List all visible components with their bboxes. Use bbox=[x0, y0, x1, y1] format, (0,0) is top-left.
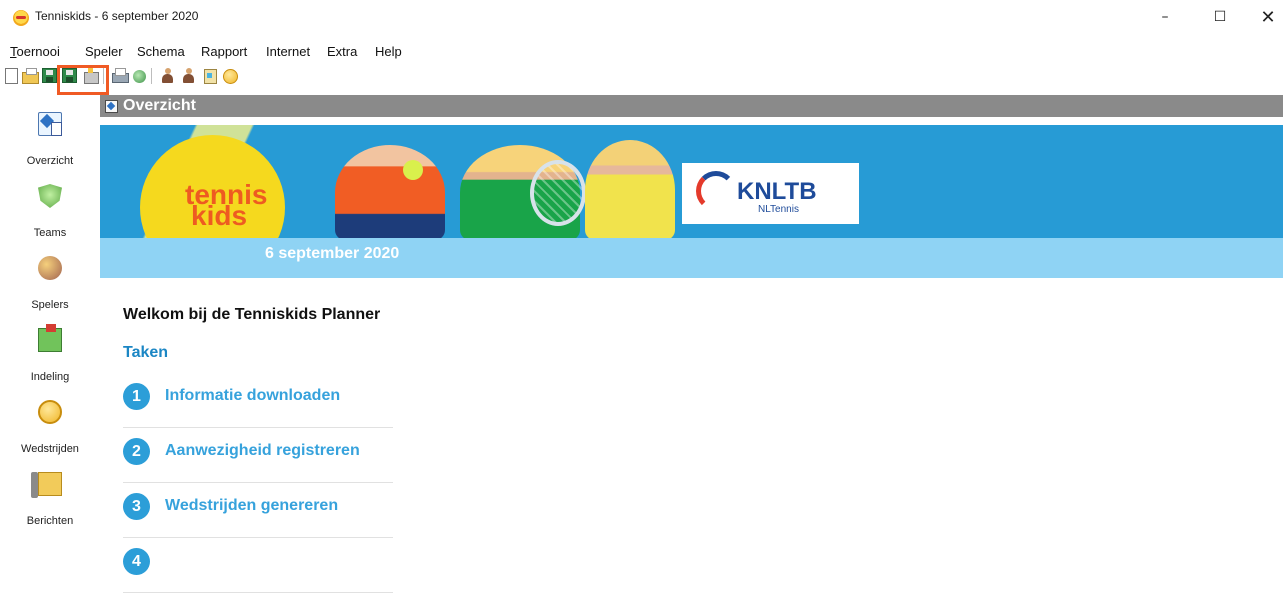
sidebar-item-label: Teams bbox=[33, 227, 67, 239]
teams-shield-icon bbox=[38, 184, 62, 208]
overview-header-icon bbox=[105, 100, 118, 113]
player-icon[interactable] bbox=[159, 67, 176, 84]
match-ball-icon[interactable] bbox=[221, 67, 238, 84]
menu-bar: Toernooi Speler Schema Rapport Internet … bbox=[0, 40, 700, 60]
save-buttons-highlight bbox=[57, 65, 109, 95]
menu-toernooi-rest: oernooi bbox=[16, 44, 60, 59]
save-disk-icon bbox=[42, 68, 57, 83]
knltb-logo-text: KNLTB bbox=[737, 178, 817, 205]
tennis-ball-icon bbox=[403, 160, 423, 180]
menu-extra[interactable]: Extra bbox=[327, 44, 357, 59]
messages-icon bbox=[31, 472, 62, 498]
close-button[interactable]: ✕ bbox=[1245, 0, 1283, 34]
sidebar-item-label: Wedstrijden bbox=[21, 443, 79, 455]
tennis-racket-icon bbox=[530, 160, 586, 226]
knltb-swoosh-icon bbox=[696, 171, 736, 211]
welcome-heading: Welkom bij de Tenniskids Planner bbox=[123, 306, 381, 323]
task-item[interactable]: 1 Informatie downloaden bbox=[123, 374, 393, 428]
page-title: Overzicht bbox=[123, 97, 196, 114]
tenniskids-banner: tennis kids KNLTB NLTennis 6 september 2… bbox=[100, 125, 1283, 278]
task-item[interactable]: 4 bbox=[123, 539, 393, 593]
task-number-badge: 3 bbox=[123, 493, 150, 520]
sidebar-item-spelers[interactable]: Spelers bbox=[0, 244, 100, 316]
main-header: Overzicht bbox=[100, 95, 1283, 117]
tenniskids-logo-text-2: kids bbox=[191, 200, 248, 231]
menu-rapport[interactable]: Rapport bbox=[201, 44, 247, 59]
maximize-button[interactable]: ☐ bbox=[1197, 0, 1243, 34]
open-folder-icon[interactable] bbox=[21, 67, 39, 84]
players-icon bbox=[38, 256, 62, 280]
overview-icon bbox=[38, 112, 62, 136]
sidebar-item-overzicht[interactable]: Overzicht bbox=[0, 100, 100, 172]
task-item[interactable]: 3 Wedstrijden genereren bbox=[123, 484, 393, 538]
menu-help[interactable]: Help bbox=[375, 44, 402, 59]
task-number-badge: 1 bbox=[123, 383, 150, 410]
banner-date: 6 september 2020 bbox=[265, 245, 400, 262]
overview-content: Welkom bij de Tenniskids Planner Taken 1… bbox=[100, 278, 1283, 593]
toolbar-separator bbox=[151, 68, 152, 84]
person-icon bbox=[183, 68, 194, 83]
sidebar-item-label: Spelers bbox=[31, 299, 69, 311]
tenniskids-app-icon bbox=[13, 10, 29, 26]
menu-internet[interactable]: Internet bbox=[266, 44, 310, 59]
task-link-aanwezigheid-registreren[interactable]: Aanwezigheid registreren bbox=[165, 442, 360, 460]
kid-player-image bbox=[335, 145, 445, 240]
knltb-logo: KNLTB NLTennis bbox=[682, 163, 859, 224]
sidebar-item-label: Berichten bbox=[26, 515, 74, 527]
sidebar-item-indeling[interactable]: Indeling bbox=[0, 316, 100, 388]
task-number-badge: 4 bbox=[123, 548, 150, 575]
sidebar-item-label: Indeling bbox=[30, 371, 70, 383]
sidebar-item-teams[interactable]: Teams bbox=[0, 172, 100, 244]
knltb-logo-subtext: NLTennis bbox=[758, 204, 799, 215]
menu-toernooi[interactable]: Toernooi bbox=[10, 44, 60, 59]
print-preview-icon[interactable] bbox=[132, 67, 149, 84]
menu-schema[interactable]: Schema bbox=[137, 44, 185, 59]
player-edit-icon[interactable] bbox=[180, 67, 197, 84]
menu-speler[interactable]: Speler bbox=[85, 44, 123, 59]
sidebar: Overzicht Teams Spelers Indeling Wedstri… bbox=[0, 95, 100, 553]
minimize-button[interactable]: – bbox=[1142, 0, 1188, 34]
sidebar-item-berichten[interactable]: Berichten bbox=[0, 460, 100, 532]
main-panel: Overzicht tennis kids KNLTB NLTennis 6 s… bbox=[100, 95, 1283, 593]
grouping-icon bbox=[38, 324, 62, 352]
schedule-icon[interactable] bbox=[201, 67, 218, 84]
sidebar-item-label: Overzicht bbox=[26, 155, 74, 167]
print-icon[interactable] bbox=[111, 67, 129, 84]
save-icon[interactable] bbox=[41, 67, 58, 84]
matches-icon bbox=[38, 400, 62, 424]
toolbar bbox=[0, 62, 760, 90]
task-number-badge: 2 bbox=[123, 438, 150, 465]
task-link-wedstrijden-genereren[interactable]: Wedstrijden genereren bbox=[165, 497, 338, 515]
new-file-icon[interactable] bbox=[2, 67, 19, 84]
window-title: Tenniskids - 6 september 2020 bbox=[35, 9, 199, 23]
sidebar-item-wedstrijden[interactable]: Wedstrijden bbox=[0, 388, 100, 460]
task-link-informatie-downloaden[interactable]: Informatie downloaden bbox=[165, 387, 340, 405]
title-bar: Tenniskids - 6 september 2020 – ☐ ✕ bbox=[0, 0, 1283, 34]
person-icon bbox=[162, 68, 173, 83]
tasks-heading: Taken bbox=[123, 344, 169, 361]
task-item[interactable]: 2 Aanwezigheid registreren bbox=[123, 429, 393, 483]
kid-player-image bbox=[585, 140, 675, 240]
